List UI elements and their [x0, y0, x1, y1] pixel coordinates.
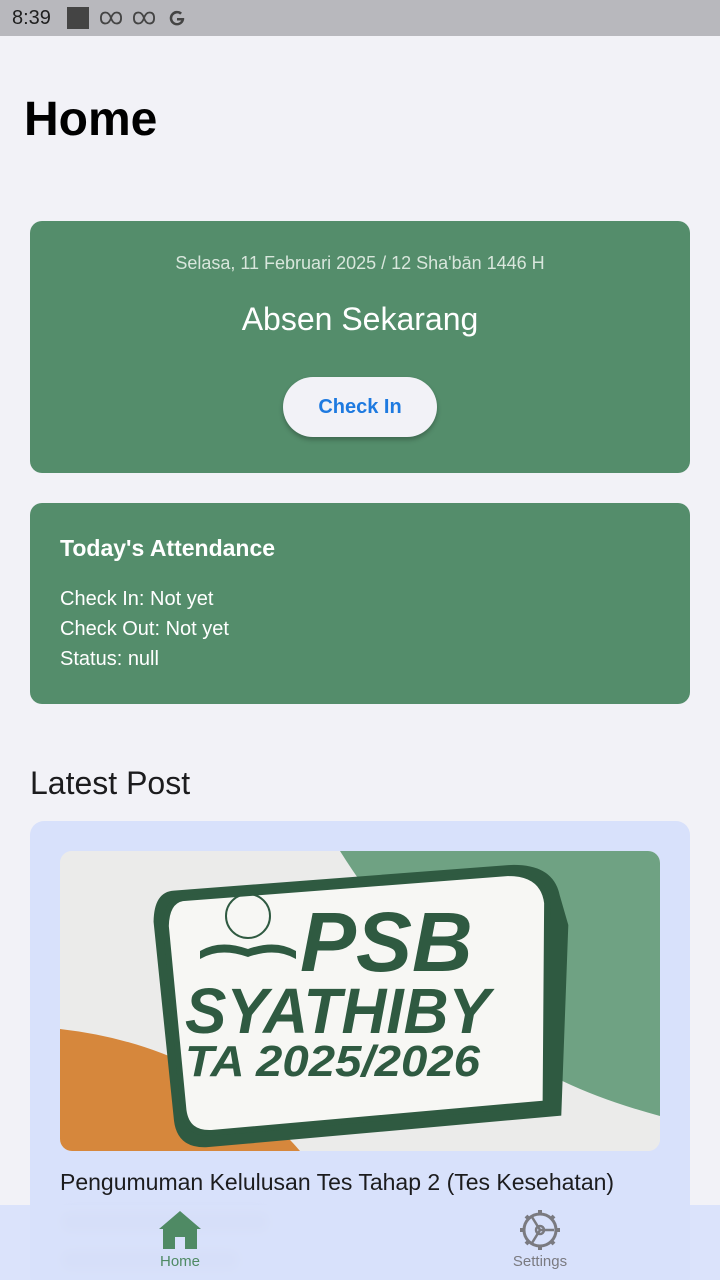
page-title: Home [24, 93, 158, 146]
check-out-status: Check Out: Not yet [60, 618, 229, 640]
checkin-title: Absen Sekarang [241, 301, 479, 337]
settings-icon [520, 1210, 560, 1250]
post-image-text-line3: TA 2025/2026 [185, 1037, 481, 1086]
nav-settings-label: Settings [512, 1253, 568, 1270]
google-icon [166, 7, 188, 29]
home-icon [159, 1211, 201, 1249]
nav-home[interactable]: Home [0, 1205, 360, 1280]
latest-post-heading: Latest Post [30, 765, 191, 801]
check-in-status: Check In: Not yet [60, 588, 214, 610]
nav-home-label: Home [159, 1253, 200, 1270]
infinity-icon [132, 7, 155, 29]
post-image[interactable]: PSB SYATHIBY TA 2025/2026 [60, 851, 660, 1151]
date-label: Selasa, 11 Februari 2025 / 12 Sha'bān 14… [175, 253, 545, 273]
attendance-status: Status: null [60, 648, 159, 670]
nav-settings[interactable]: Settings [360, 1205, 720, 1280]
attendance-card: Today's Attendance Check In: Not yet Che… [30, 503, 690, 704]
infinity-icon [99, 7, 122, 29]
bottom-navigation: Home Settings [0, 1205, 720, 1280]
check-in-button[interactable]: Check In [283, 377, 437, 437]
status-time: 8:39 [12, 6, 51, 29]
checkin-card: Selasa, 11 Februari 2025 / 12 Sha'bān 14… [30, 221, 690, 473]
post-title[interactable]: Pengumuman Kelulusan Tes Tahap 2 (Tes Ke… [60, 1169, 614, 1196]
status-bar: 8:39 [0, 0, 720, 36]
attendance-title: Today's Attendance [60, 535, 276, 561]
square-icon [66, 7, 89, 29]
